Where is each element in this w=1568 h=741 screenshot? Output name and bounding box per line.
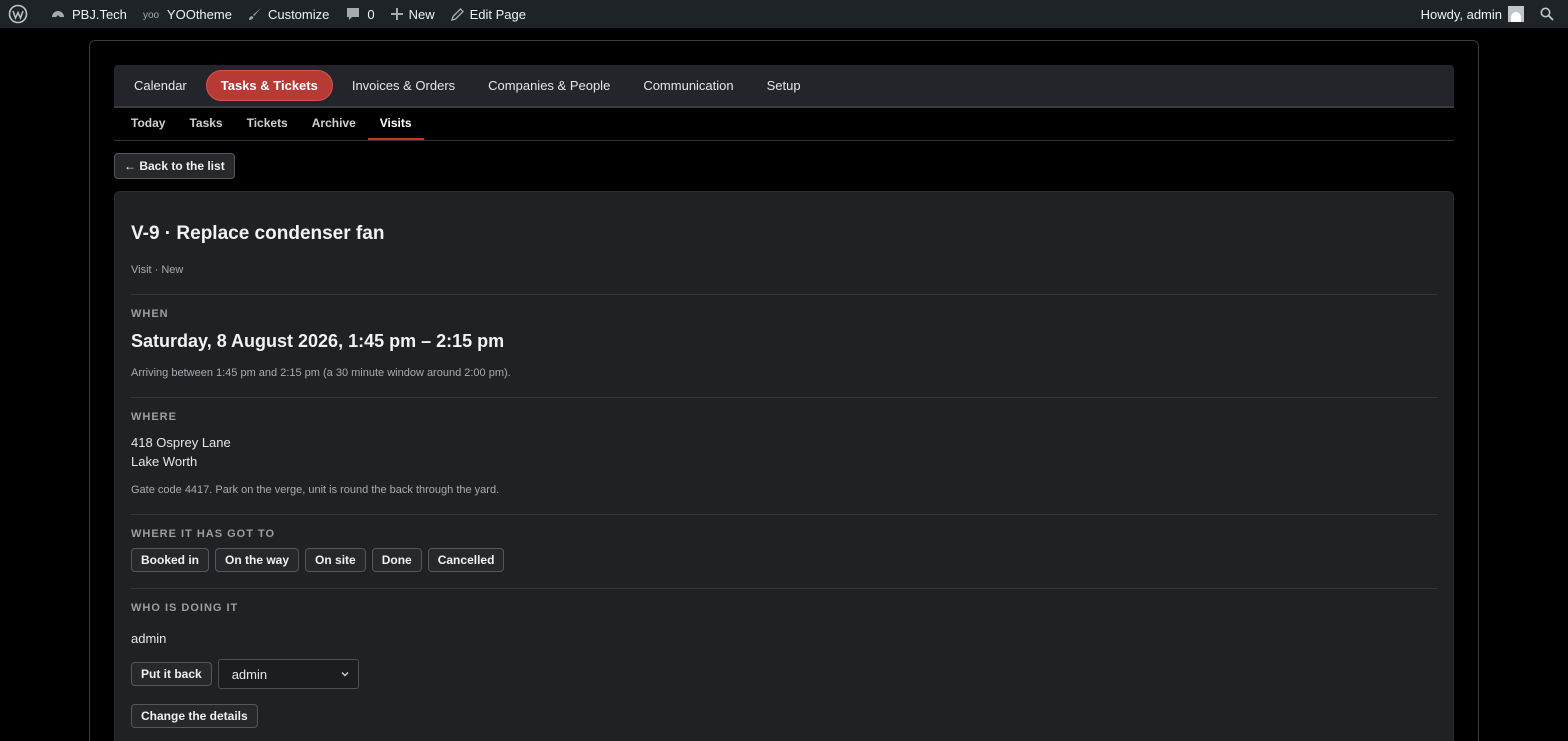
back-to-list-button[interactable]: ← Back to the list <box>114 153 235 179</box>
new-label: New <box>408 6 435 22</box>
brush-icon <box>248 8 261 20</box>
status-buttons: Booked in On the way On site Done Cancel… <box>131 548 505 572</box>
where-label: WHERE <box>131 411 177 423</box>
assignee-select[interactable]: admin <box>217 659 359 689</box>
account-menu[interactable]: Howdy, admin <box>1413 0 1532 28</box>
address-line-1: 418 Osprey Lane <box>131 435 231 450</box>
where-note: Gate code 4417. Park on the verge, unit … <box>131 484 500 496</box>
yootheme-icon: yoo <box>143 10 160 20</box>
subtab-tickets[interactable]: Tickets <box>235 116 300 140</box>
edit-page-label: Edit Page <box>469 6 526 22</box>
divider <box>131 294 1437 295</box>
visit-card: V-9 · Replace condenser fan Visit · New … <box>114 191 1454 741</box>
site-name-link[interactable]: PBJ.Tech <box>42 0 135 28</box>
avatar <box>1508 6 1524 22</box>
put-it-back-button[interactable]: Put it back <box>131 662 212 686</box>
change-details-button[interactable]: Change the details <box>131 704 258 728</box>
svg-text:yoo: yoo <box>143 10 160 20</box>
yootheme-label: YOOtheme <box>166 6 232 22</box>
tab-companies-people[interactable]: Companies & People <box>474 71 624 100</box>
assign-row: Put it back admin <box>131 659 359 689</box>
chevron-down-icon <box>341 672 349 677</box>
status-done-button[interactable]: Done <box>371 548 422 572</box>
tab-calendar[interactable]: Calendar <box>120 71 201 100</box>
comments-link[interactable]: 0 <box>337 0 382 28</box>
pencil-icon <box>450 7 464 21</box>
when-note: Arriving between 1:45 pm and 2:15 pm (a … <box>131 367 511 379</box>
subtab-visits[interactable]: Visits <box>367 116 424 140</box>
status-on-the-way-button[interactable]: On the way <box>215 548 300 572</box>
assignee-name: admin <box>131 631 167 646</box>
status-booked-in-button[interactable]: Booked in <box>131 548 210 572</box>
yootheme-link[interactable]: yoo YOOtheme <box>135 0 240 28</box>
visit-meta: Visit · New <box>131 264 184 276</box>
comment-icon <box>347 8 360 20</box>
dashboard-icon <box>52 11 64 19</box>
plus-icon <box>390 8 403 20</box>
subtab-archive[interactable]: Archive <box>300 116 368 140</box>
customize-label: Customize <box>267 6 330 22</box>
when-value: Saturday, 8 August 2026, 1:45 pm – 2:15 … <box>131 331 505 351</box>
who-label: WHO IS DOING IT <box>131 602 239 614</box>
greeting: Howdy, admin <box>1420 6 1502 22</box>
tab-invoices-orders[interactable]: Invoices & Orders <box>338 71 469 100</box>
when-label: WHEN <box>131 308 169 320</box>
sub-nav: Today Tasks Tickets Archive Visits <box>114 108 1454 141</box>
tab-communication[interactable]: Communication <box>629 71 747 100</box>
comments-count: 0 <box>367 6 375 22</box>
edit-page-link[interactable]: Edit Page <box>443 0 534 28</box>
page-title: V-9 · Replace condenser fan <box>131 223 385 244</box>
new-content-link[interactable]: New <box>383 0 443 28</box>
assignee-select-value: admin <box>231 666 268 682</box>
divider <box>131 514 1437 515</box>
tab-tasks-tickets[interactable]: Tasks & Tickets <box>205 70 333 101</box>
subtab-today[interactable]: Today <box>119 116 177 140</box>
status-label: WHERE IT HAS GOT TO <box>131 528 276 540</box>
subtab-tasks[interactable]: Tasks <box>177 116 234 140</box>
customize-link[interactable]: Customize <box>240 0 337 28</box>
address-line-2: Lake Worth <box>131 454 198 469</box>
wordpress-logo-icon[interactable] <box>0 0 42 28</box>
divider <box>131 397 1437 398</box>
status-on-site-button[interactable]: On site <box>305 548 366 572</box>
search-icon[interactable] <box>1532 0 1568 28</box>
divider <box>131 588 1437 589</box>
site-name: PBJ.Tech <box>72 6 127 22</box>
status-cancelled-button[interactable]: Cancelled <box>427 548 505 572</box>
main-nav: Calendar Tasks & Tickets Invoices & Orde… <box>114 65 1454 108</box>
admin-bar: PBJ.Tech yoo YOOtheme Customize 0 New Ed… <box>0 0 1568 28</box>
tab-setup[interactable]: Setup <box>753 71 815 100</box>
